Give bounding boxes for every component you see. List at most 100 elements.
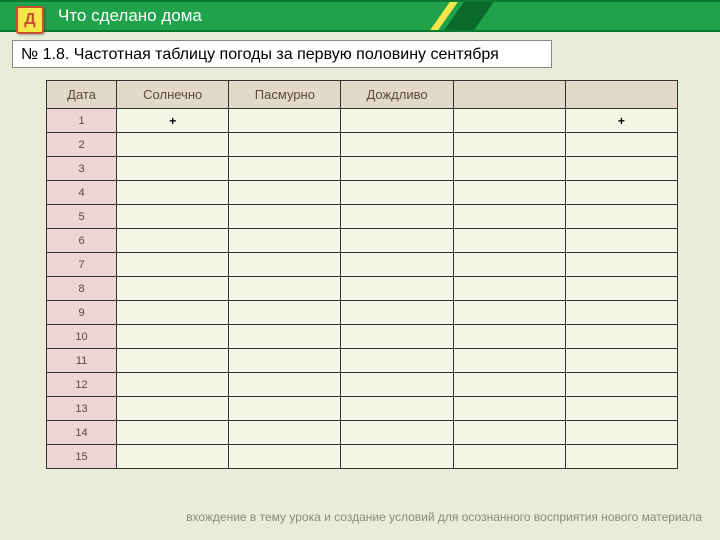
col-header-empty-1 bbox=[453, 81, 565, 109]
col-header-sunny: Солнечно bbox=[117, 81, 229, 109]
mark-cell bbox=[229, 157, 341, 181]
table-row: 7 bbox=[47, 253, 678, 277]
mark-cell bbox=[565, 325, 677, 349]
mark-cell bbox=[341, 109, 453, 133]
table-row: 11 bbox=[47, 349, 678, 373]
mark-cell bbox=[341, 373, 453, 397]
mark-cell bbox=[341, 157, 453, 181]
mark-cell bbox=[453, 445, 565, 469]
mark-cell bbox=[117, 373, 229, 397]
table-row: 2 bbox=[47, 133, 678, 157]
mark-cell bbox=[341, 421, 453, 445]
mark-cell bbox=[453, 277, 565, 301]
mark-cell bbox=[341, 205, 453, 229]
mark-cell bbox=[117, 181, 229, 205]
mark-cell bbox=[453, 397, 565, 421]
mark-cell bbox=[117, 301, 229, 325]
mark-cell bbox=[565, 253, 677, 277]
mark-cell bbox=[341, 133, 453, 157]
mark-cell bbox=[453, 301, 565, 325]
mark-cell bbox=[565, 157, 677, 181]
table-row: 13 bbox=[47, 397, 678, 421]
col-header-rainy: Дождливо bbox=[341, 81, 453, 109]
mark-cell bbox=[229, 349, 341, 373]
date-cell: 5 bbox=[47, 205, 117, 229]
mark-cell bbox=[229, 277, 341, 301]
mark-cell bbox=[565, 133, 677, 157]
date-cell: 3 bbox=[47, 157, 117, 181]
mark-cell bbox=[341, 349, 453, 373]
table-row: 10 bbox=[47, 325, 678, 349]
mark-cell bbox=[117, 253, 229, 277]
mark-cell bbox=[229, 133, 341, 157]
date-cell: 1 bbox=[47, 109, 117, 133]
mark-cell bbox=[117, 133, 229, 157]
header-bar: Что сделано дома bbox=[0, 0, 720, 32]
mark-cell bbox=[341, 229, 453, 253]
mark-cell bbox=[229, 181, 341, 205]
date-cell: 2 bbox=[47, 133, 117, 157]
mark-cell bbox=[229, 373, 341, 397]
mark-cell bbox=[117, 325, 229, 349]
mark-cell bbox=[229, 325, 341, 349]
mark-cell bbox=[341, 253, 453, 277]
date-cell: 7 bbox=[47, 253, 117, 277]
mark-cell bbox=[453, 373, 565, 397]
table-row: 14 bbox=[47, 421, 678, 445]
table-row: 4 bbox=[47, 181, 678, 205]
weather-table-container: Дата Солнечно Пасмурно Дождливо 1++23456… bbox=[46, 80, 678, 469]
date-cell: 15 bbox=[47, 445, 117, 469]
table-row: 15 bbox=[47, 445, 678, 469]
mark-cell bbox=[117, 397, 229, 421]
date-cell: 9 bbox=[47, 301, 117, 325]
mark-cell bbox=[565, 301, 677, 325]
mark-cell bbox=[117, 349, 229, 373]
mark-cell bbox=[453, 157, 565, 181]
mark-cell bbox=[229, 421, 341, 445]
mark-cell bbox=[341, 277, 453, 301]
date-cell: 12 bbox=[47, 373, 117, 397]
weather-table: Дата Солнечно Пасмурно Дождливо 1++23456… bbox=[46, 80, 678, 469]
mark-cell bbox=[117, 157, 229, 181]
mark-cell bbox=[565, 349, 677, 373]
footer-caption: вхождение в тему урока и создание услови… bbox=[186, 510, 702, 524]
col-header-date: Дата bbox=[47, 81, 117, 109]
section-badge: Д bbox=[16, 6, 44, 34]
mark-cell bbox=[453, 205, 565, 229]
mark-cell bbox=[565, 181, 677, 205]
mark-cell bbox=[341, 397, 453, 421]
mark-cell bbox=[565, 229, 677, 253]
mark-cell bbox=[565, 421, 677, 445]
mark-cell bbox=[117, 445, 229, 469]
mark-cell bbox=[229, 109, 341, 133]
date-cell: 4 bbox=[47, 181, 117, 205]
table-row: 12 bbox=[47, 373, 678, 397]
mark-cell bbox=[229, 397, 341, 421]
mark-cell bbox=[229, 445, 341, 469]
mark-cell bbox=[453, 253, 565, 277]
mark-cell bbox=[341, 445, 453, 469]
mark-cell: + bbox=[117, 109, 229, 133]
table-row: 9 bbox=[47, 301, 678, 325]
mark-cell bbox=[453, 133, 565, 157]
section-badge-letter: Д bbox=[24, 11, 35, 29]
mark-cell bbox=[453, 181, 565, 205]
date-cell: 11 bbox=[47, 349, 117, 373]
mark-cell bbox=[565, 373, 677, 397]
mark-cell bbox=[229, 253, 341, 277]
table-row: 3 bbox=[47, 157, 678, 181]
mark-cell bbox=[453, 109, 565, 133]
mark-cell bbox=[565, 205, 677, 229]
table-header-row: Дата Солнечно Пасмурно Дождливо bbox=[47, 81, 678, 109]
table-row: 8 bbox=[47, 277, 678, 301]
date-cell: 14 bbox=[47, 421, 117, 445]
page-title: Что сделано дома bbox=[58, 6, 202, 26]
mark-cell bbox=[453, 421, 565, 445]
date-cell: 6 bbox=[47, 229, 117, 253]
mark-cell bbox=[453, 325, 565, 349]
date-cell: 8 bbox=[47, 277, 117, 301]
mark-cell bbox=[565, 397, 677, 421]
table-row: 5 bbox=[47, 205, 678, 229]
date-cell: 13 bbox=[47, 397, 117, 421]
table-row: 6 bbox=[47, 229, 678, 253]
